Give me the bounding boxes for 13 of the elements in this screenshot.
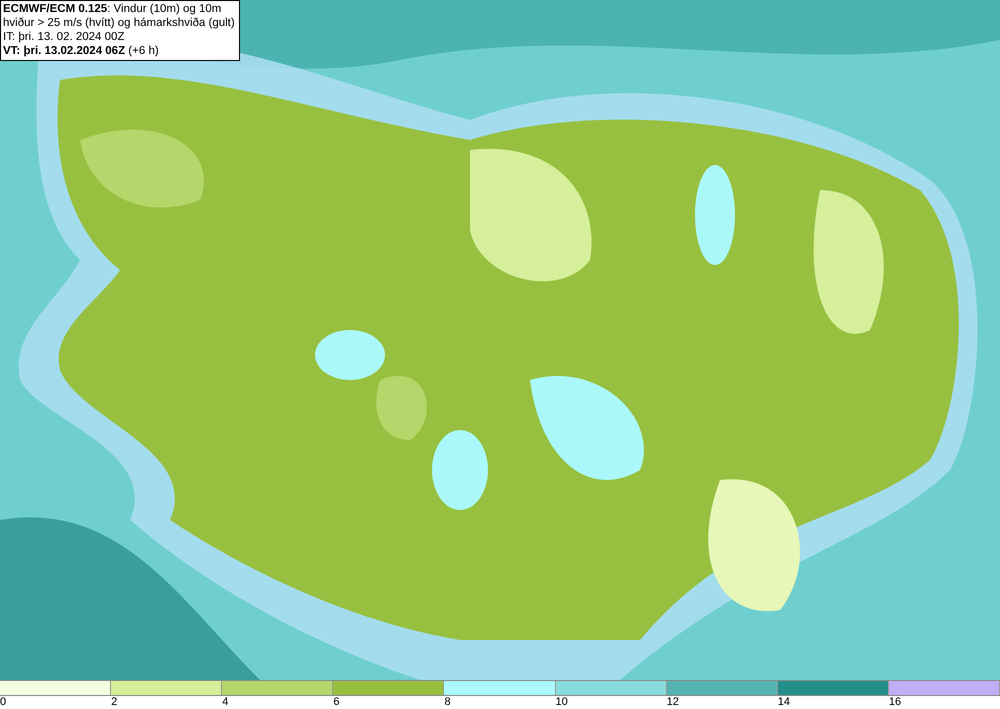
info-text: ECMWF/ECM 0.125: Vindur (10m) og 10m <box>3 2 222 16</box>
legend-label: 16 <box>888 696 902 708</box>
legend-label: 10 <box>556 696 568 708</box>
legend-label: 2 <box>111 696 118 708</box>
legend-label: 8 <box>444 696 451 708</box>
info-text: hviður > 25 m/s (hvítt) og hámarkshviða (gult) <box>3 16 235 30</box>
info-text: VT: þri. 13.02.2024 06Z (+6 h) <box>3 44 160 58</box>
legend-label: 0 <box>0 696 6 708</box>
info-text: IT: þri. 13. 02. 2024 00Z <box>3 30 126 44</box>
legend-label: 12 <box>666 696 679 708</box>
legend-label: 14 <box>778 696 790 708</box>
legend-label: 4 <box>222 696 228 708</box>
legend-label: 6 <box>333 696 340 708</box>
